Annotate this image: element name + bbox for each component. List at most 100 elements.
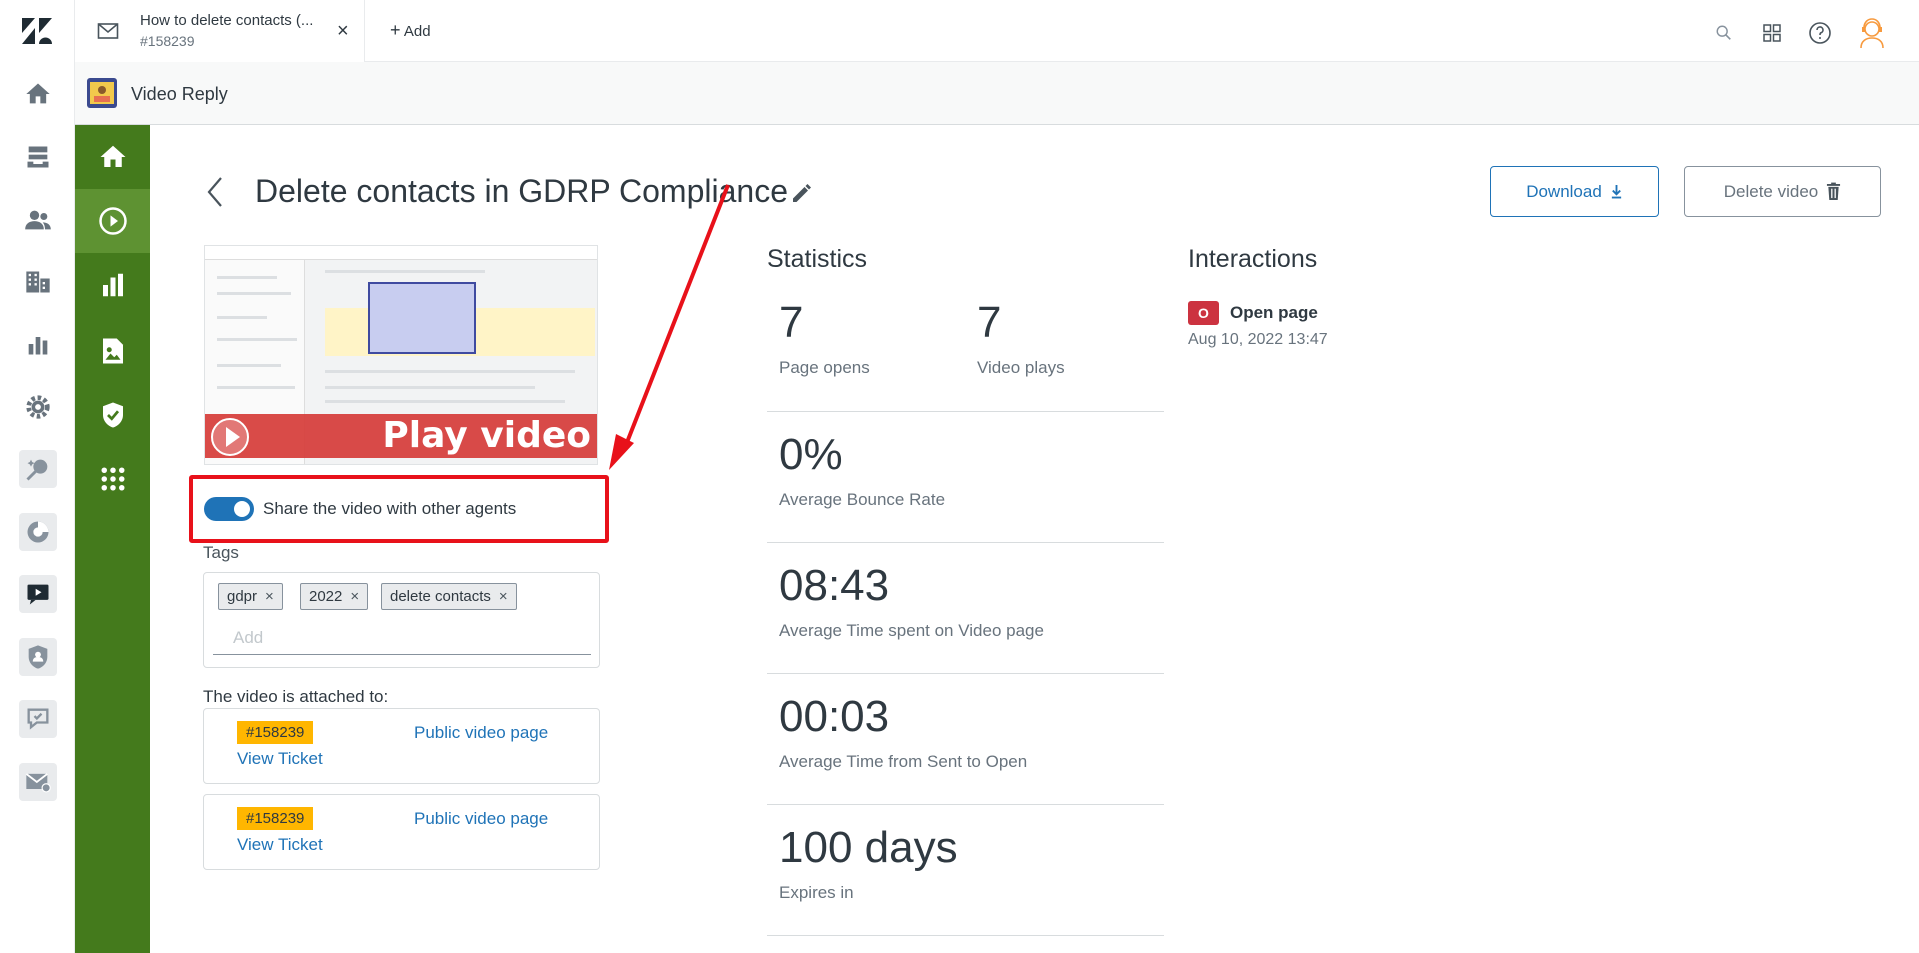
app-sparkle-icon[interactable] xyxy=(19,450,57,488)
reporting-icon[interactable] xyxy=(19,325,57,363)
home-icon xyxy=(100,145,125,167)
public-video-page-link[interactable]: Public video page xyxy=(414,723,548,743)
app-nav-home[interactable] xyxy=(75,125,150,189)
bounce-rate-label: Average Bounce Rate xyxy=(779,490,946,509)
tag-label: delete contacts xyxy=(390,588,491,605)
page-title: Delete contacts in GDRP Compliance xyxy=(255,173,788,209)
view-ticket-link[interactable]: View Ticket xyxy=(237,835,323,855)
toggle-knob xyxy=(234,501,250,517)
attachment-card: #158239 View Ticket Public video page xyxy=(203,794,600,870)
interaction-type-badge: O xyxy=(1188,301,1219,325)
tab-title: How to delete contacts (... xyxy=(140,12,314,29)
thumbnail-line xyxy=(325,386,535,389)
back-chevron-icon[interactable] xyxy=(205,175,225,209)
tag-chip: delete contacts × xyxy=(381,583,517,610)
tags-field[interactable]: gdpr × 2022 × delete contacts × xyxy=(203,572,600,668)
zendesk-logo[interactable] xyxy=(20,16,54,46)
interaction-date: Aug 10, 2022 13:47 xyxy=(1188,331,1328,348)
image-icon xyxy=(102,338,123,364)
main-content: Delete contacts in GDRP Compliance Downl… xyxy=(150,125,1919,953)
thumbnail-line xyxy=(217,276,277,279)
thumbnail-line xyxy=(217,292,291,295)
add-tag-input[interactable] xyxy=(213,621,591,655)
stat-opens-plays: 7 Page opens 7 Video plays xyxy=(767,280,1164,412)
interaction-name: Open page xyxy=(1230,303,1318,322)
page-opens-label: Page opens xyxy=(779,358,870,377)
play-icon xyxy=(98,207,127,235)
app-chart-icon[interactable] xyxy=(19,513,57,551)
thumbnail-line xyxy=(217,338,297,341)
app-nav xyxy=(75,125,150,953)
time-spent-label: Average Time spent on Video page xyxy=(779,621,1044,640)
time-spent-value: 08:43 xyxy=(779,561,890,610)
sent-to-open-value: 00:03 xyxy=(779,692,890,741)
thumbnail-line xyxy=(325,370,575,373)
shield-check-icon xyxy=(102,402,123,428)
play-video-label: Play video xyxy=(382,415,591,456)
page-opens-value: 7 xyxy=(779,298,804,347)
mail-icon xyxy=(97,23,119,39)
help-icon[interactable] xyxy=(1807,20,1833,46)
app-nav-more[interactable] xyxy=(75,447,150,511)
app-nav-compliance[interactable] xyxy=(75,383,150,447)
top-bar: How to delete contacts (... #158239 × + … xyxy=(75,0,1919,62)
thumbnail-line xyxy=(325,400,565,403)
delete-video-button[interactable]: Delete video xyxy=(1684,166,1881,217)
add-tab-label: Add xyxy=(403,23,431,40)
close-tab-icon[interactable]: × xyxy=(337,20,349,43)
tag-chip: 2022 × xyxy=(300,583,369,610)
profile-avatar[interactable] xyxy=(1855,16,1889,50)
remove-tag-icon[interactable]: × xyxy=(350,588,359,605)
app-nav-media[interactable] xyxy=(75,319,150,383)
admin-gear-icon[interactable] xyxy=(19,388,57,426)
app-shield-user-icon[interactable] xyxy=(19,638,57,676)
customers-icon[interactable] xyxy=(19,201,57,239)
app-chat-icon[interactable] xyxy=(19,700,57,738)
search-icon[interactable] xyxy=(1711,20,1737,46)
app-video-reply-icon[interactable] xyxy=(19,575,57,613)
organizations-icon[interactable] xyxy=(19,263,57,301)
stats-icon xyxy=(102,273,123,297)
expires-label: Expires in xyxy=(779,883,854,902)
attached-to-label: The video is attached to: xyxy=(203,687,389,706)
views-icon[interactable] xyxy=(19,138,57,176)
add-tab-button[interactable]: + Add xyxy=(390,20,431,41)
delete-video-label: Delete video xyxy=(1723,181,1819,201)
apps-grid-icon[interactable] xyxy=(1759,20,1785,46)
interactions-title: Interactions xyxy=(1188,245,1318,273)
home-icon[interactable] xyxy=(19,75,57,113)
ticket-badge: #158239 xyxy=(237,807,314,830)
apps-icon xyxy=(101,467,124,491)
thumbnail-line xyxy=(217,386,295,389)
stat-bounce: 0% Average Bounce Rate xyxy=(767,412,1164,543)
edit-pencil-icon[interactable] xyxy=(790,181,814,205)
trash-icon xyxy=(1827,182,1841,200)
statistics-title: Statistics xyxy=(767,245,868,273)
ticket-badge: #158239 xyxy=(237,721,314,744)
public-video-page-link[interactable]: Public video page xyxy=(414,809,548,829)
global-rail xyxy=(0,0,75,953)
play-icon xyxy=(226,427,240,447)
bounce-rate-value: 0% xyxy=(779,430,843,479)
stat-sent-to-open: 00:03 Average Time from Sent to Open xyxy=(767,674,1164,805)
app-nav-videos[interactable] xyxy=(75,189,150,253)
top-right-actions xyxy=(1711,16,1889,50)
thumbnail-screenshot-topbar xyxy=(205,246,597,260)
tag-label: gdpr xyxy=(227,588,258,605)
video-plays-value: 7 xyxy=(977,298,1002,347)
download-button[interactable]: Download xyxy=(1490,166,1659,217)
share-video-toggle[interactable] xyxy=(204,497,254,521)
video-thumbnail[interactable]: Play video xyxy=(204,245,598,465)
remove-tag-icon[interactable]: × xyxy=(499,588,508,605)
download-icon xyxy=(1611,185,1621,199)
app-mail-icon[interactable] xyxy=(19,763,57,801)
tag-label: 2022 xyxy=(309,588,343,605)
expires-value: 100 days xyxy=(779,823,958,872)
view-ticket-link[interactable]: View Ticket xyxy=(237,749,323,769)
app-header: Video Reply xyxy=(75,62,1919,125)
sent-to-open-label: Average Time from Sent to Open xyxy=(779,752,1028,771)
app-nav-stats[interactable] xyxy=(75,253,150,317)
tags-label: Tags xyxy=(203,543,239,562)
ticket-tab[interactable]: How to delete contacts (... #158239 × xyxy=(75,0,365,62)
remove-tag-icon[interactable]: × xyxy=(265,588,274,605)
